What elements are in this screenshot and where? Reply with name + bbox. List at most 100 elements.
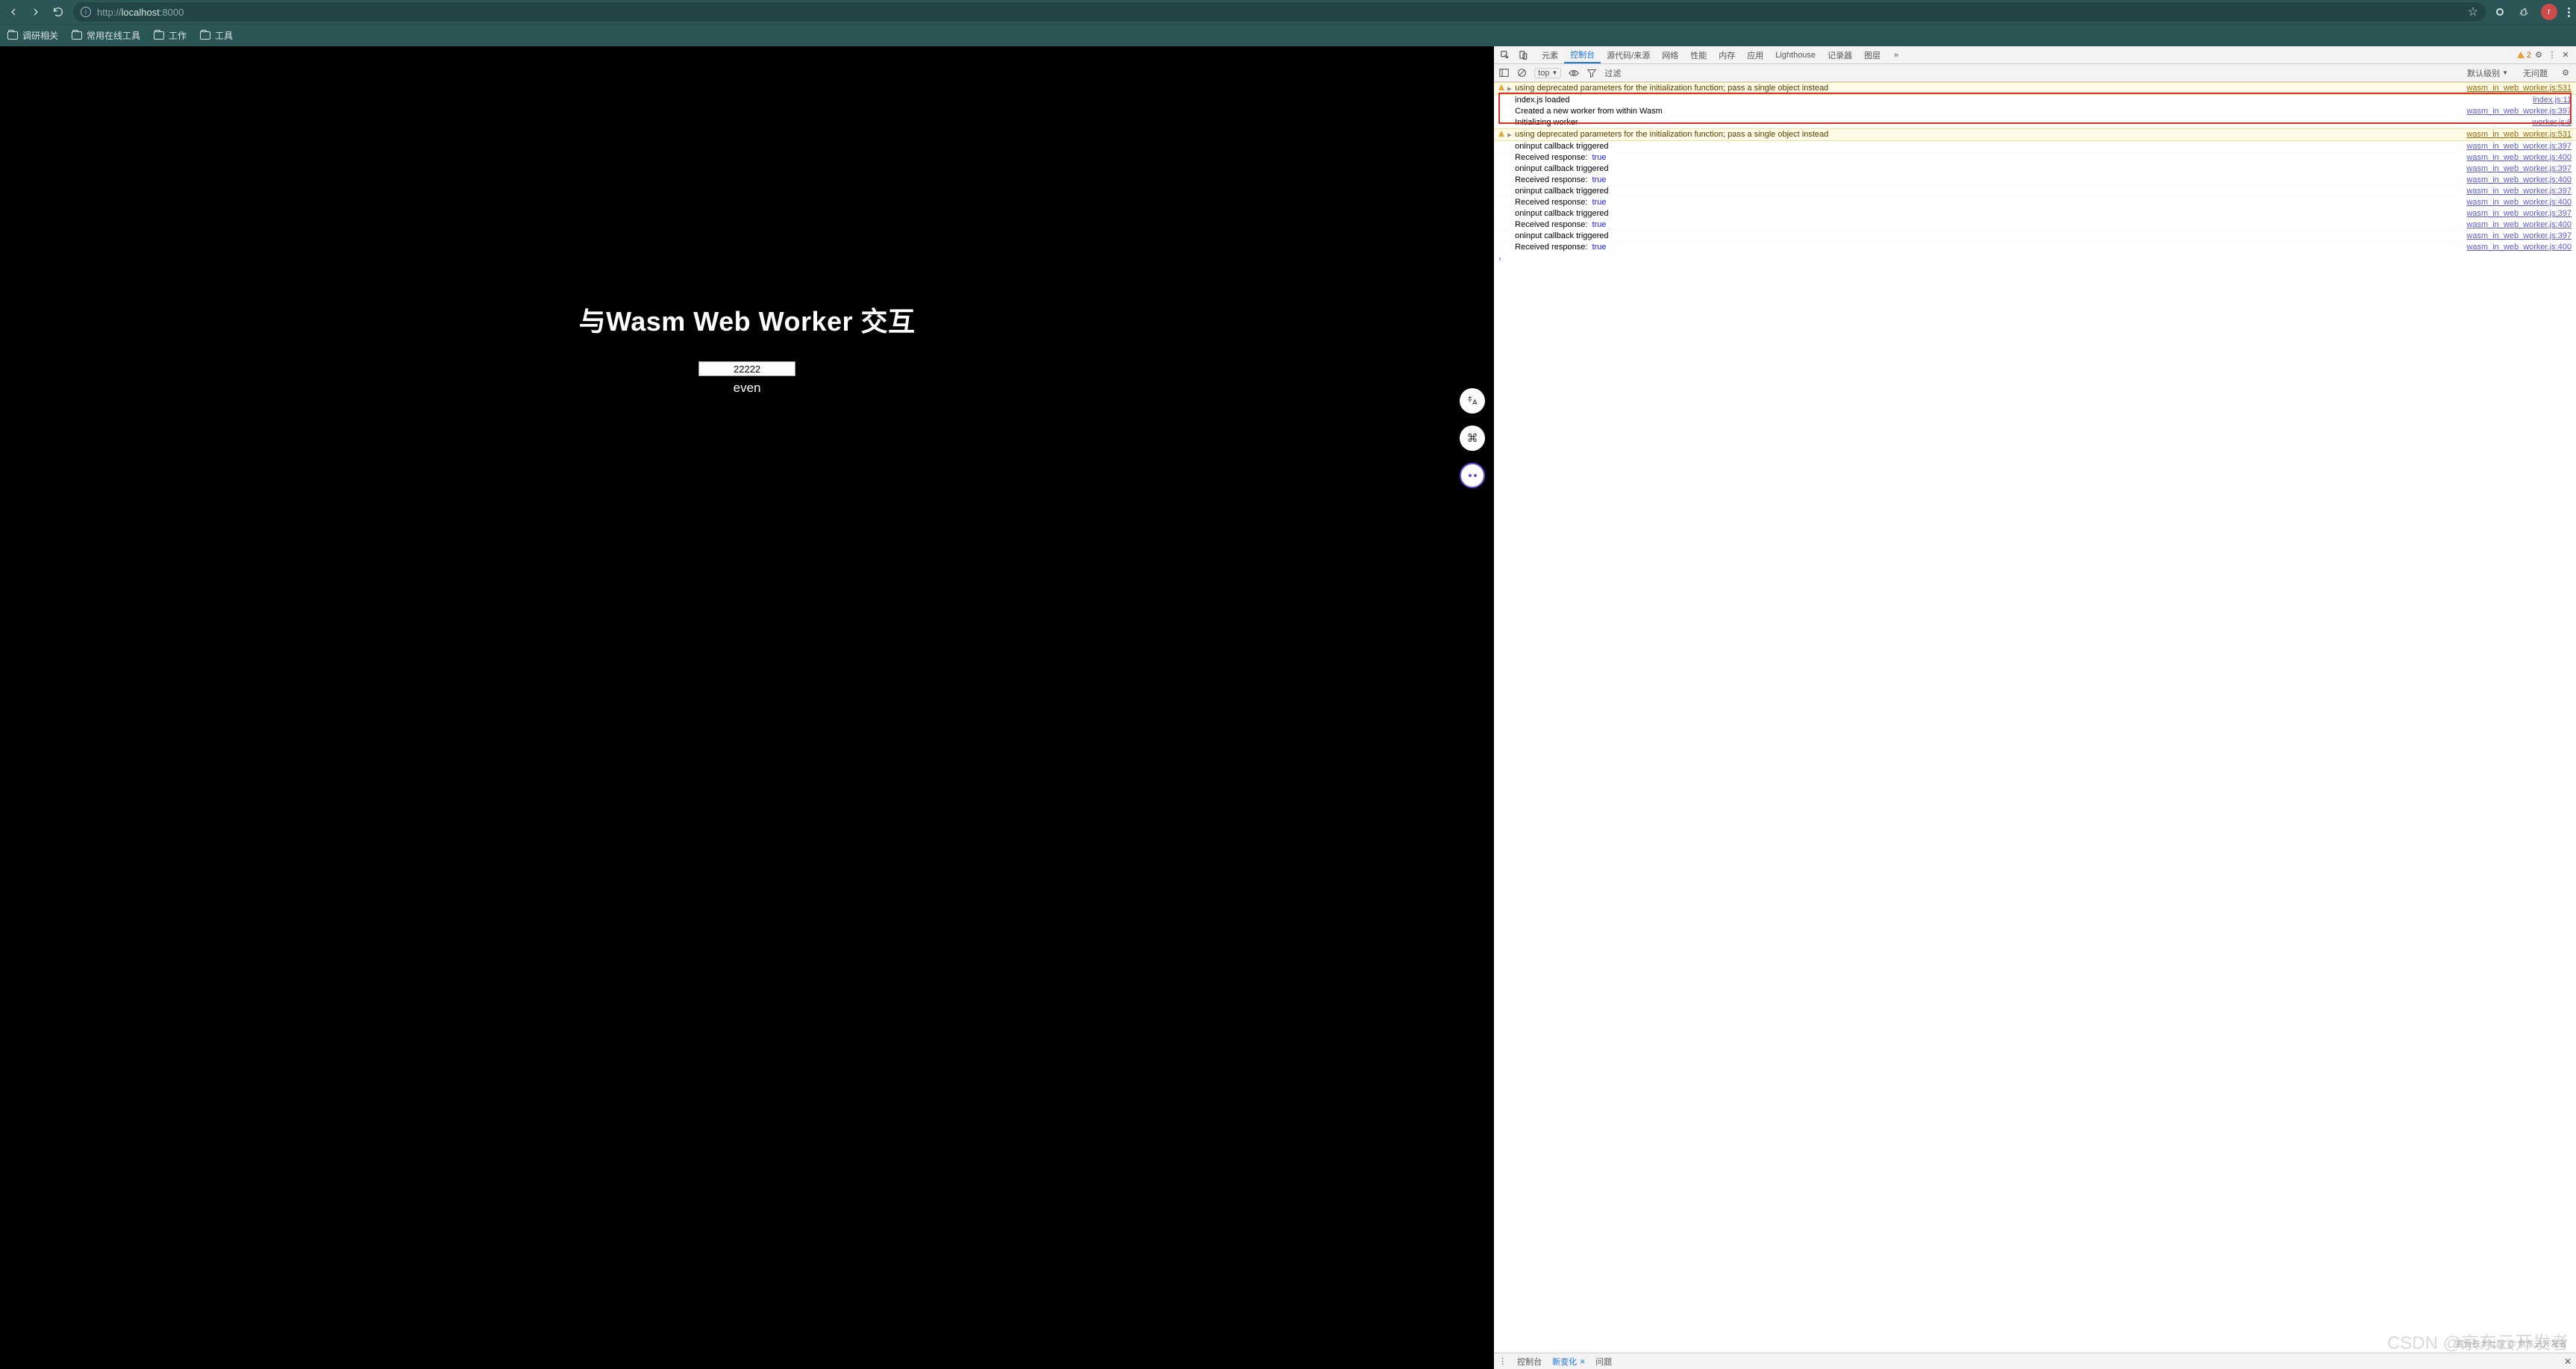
expand-caret-icon[interactable]: ▸ xyxy=(1507,130,1515,140)
console-log-row[interactable]: Received response: truewasm_in_web_worke… xyxy=(1494,219,2576,231)
log-source-link[interactable]: index.js:11 xyxy=(2527,96,2572,105)
console-log-row[interactable]: Received response: truewasm_in_web_worke… xyxy=(1494,197,2576,208)
devtools-tab[interactable]: 控制台 xyxy=(1564,46,1601,63)
log-message: oninput callback triggered xyxy=(1515,209,2460,218)
console-log-row[interactable]: Received response: truewasm_in_web_worke… xyxy=(1494,242,2576,253)
devtools-tab[interactable]: 源代码/来源 xyxy=(1601,46,1656,63)
translate-float-button[interactable] xyxy=(1460,388,1485,414)
console-log-row[interactable]: Received response: truewasm_in_web_worke… xyxy=(1494,175,2576,186)
filter-icon[interactable] xyxy=(1586,68,1597,78)
drawer-tab-console[interactable]: 控制台 xyxy=(1517,1356,1542,1368)
console-log-row[interactable]: oninput callback triggeredwasm_in_web_wo… xyxy=(1494,163,2576,175)
log-source-link[interactable]: wasm_in_web_worker.js:400 xyxy=(2460,243,2572,252)
devtools-tab[interactable]: 记录器 xyxy=(1822,46,1858,63)
warning-icon xyxy=(1498,84,1507,93)
log-source-link[interactable]: wasm_in_web_worker.js:397 xyxy=(2460,164,2572,173)
log-message: oninput callback triggered xyxy=(1515,142,2460,151)
devtools-tab[interactable]: Lighthouse xyxy=(1769,46,1822,63)
log-message: Received response: true xyxy=(1515,175,2460,184)
filter-label[interactable]: 过滤 xyxy=(1604,67,1621,79)
log-source-link[interactable]: wasm_in_web_worker.js:397 xyxy=(2460,231,2572,240)
settings-icon[interactable]: ⚙ xyxy=(2533,49,2545,61)
bookmark-item[interactable]: 工作 xyxy=(154,29,187,42)
log-message: using deprecated parameters for the init… xyxy=(1515,84,2460,93)
console-prompt[interactable]: › xyxy=(1494,253,2576,265)
bookmark-item[interactable]: 常用在线工具 xyxy=(72,29,140,42)
site-info-icon[interactable]: i xyxy=(81,7,91,17)
console-log-row[interactable]: ▸using deprecated parameters for the ini… xyxy=(1494,128,2576,141)
devtools-tab[interactable]: 网络 xyxy=(1656,46,1684,63)
console-log-row[interactable]: Initializing workerworker.js:6 xyxy=(1494,117,2576,128)
devtools-panel: 元素控制台源代码/来源网络性能内存应用Lighthouse记录器图层 » 2 ⚙… xyxy=(1494,46,2576,1369)
number-input[interactable] xyxy=(698,361,795,376)
page-content: 与Wasm Web Worker 交互 even ⌘ xyxy=(0,46,1494,1369)
drawer-tab-changes[interactable]: 新变化× xyxy=(1552,1356,1585,1368)
extensions-icon[interactable] xyxy=(2517,5,2530,19)
log-source-link[interactable]: wasm_in_web_worker.js:397 xyxy=(2460,209,2572,218)
bookmark-item[interactable]: 工具 xyxy=(200,29,233,42)
log-source-link[interactable]: wasm_in_web_worker.js:531 xyxy=(2460,84,2572,93)
sidebar-toggle-icon[interactable] xyxy=(1498,68,1509,78)
context-selector[interactable]: top▼ xyxy=(1534,68,1561,78)
device-icon[interactable] xyxy=(1516,49,1530,62)
page-heading: 与Wasm Web Worker 交互 xyxy=(579,300,916,339)
log-source-link[interactable]: worker.js:6 xyxy=(2526,118,2572,127)
address-bar[interactable]: i http://localhost:8000 ☆ xyxy=(73,2,2486,22)
log-source-link[interactable]: wasm_in_web_worker.js:400 xyxy=(2460,220,2572,229)
profile-avatar[interactable]: r xyxy=(2541,4,2557,20)
console-output[interactable]: ▸using deprecated parameters for the ini… xyxy=(1494,82,2576,1353)
log-message: Received response: true xyxy=(1515,153,2460,162)
bookmark-label: 工作 xyxy=(169,29,187,42)
console-log-row[interactable]: ▸using deprecated parameters for the ini… xyxy=(1494,82,2576,95)
console-log-row[interactable]: Received response: truewasm_in_web_worke… xyxy=(1494,152,2576,163)
log-source-link[interactable]: wasm_in_web_worker.js:397 xyxy=(2460,107,2572,116)
log-level-selector[interactable]: 默认级别▼ xyxy=(2467,67,2508,79)
drawer-tab-issues[interactable]: 问题 xyxy=(1595,1356,1612,1368)
result-text: even xyxy=(734,381,761,396)
devtools-tab[interactable]: 内存 xyxy=(1713,46,1741,63)
devtools-tab[interactable]: 性能 xyxy=(1684,46,1713,63)
console-log-row[interactable]: oninput callback triggeredwasm_in_web_wo… xyxy=(1494,141,2576,152)
clear-console-icon[interactable] xyxy=(1516,68,1527,78)
star-icon[interactable]: ☆ xyxy=(2468,4,2478,19)
log-message: Created a new worker from within Wasm xyxy=(1515,107,2460,116)
back-button[interactable] xyxy=(6,4,21,19)
live-expression-icon[interactable] xyxy=(1569,68,1579,78)
more-tabs-icon[interactable]: » xyxy=(1888,46,1904,63)
log-message: Received response: true xyxy=(1515,198,2460,207)
console-log-row[interactable]: Created a new worker from within Wasmwas… xyxy=(1494,106,2576,117)
log-message: Initializing worker xyxy=(1515,118,2526,127)
assistant-float-button[interactable] xyxy=(1460,463,1485,488)
console-filter-bar: top▼ 过滤 默认级别▼ 无问题 ⚙ xyxy=(1494,64,2576,82)
grid-float-button[interactable]: ⌘ xyxy=(1460,425,1485,451)
log-source-link[interactable]: wasm_in_web_worker.js:400 xyxy=(2460,153,2572,162)
log-message: using deprecated parameters for the init… xyxy=(1515,130,2460,139)
forward-button[interactable] xyxy=(28,4,43,19)
drawer-menu-icon[interactable]: ⋮ xyxy=(1498,1356,1507,1366)
close-devtools-icon[interactable]: ✕ xyxy=(2560,49,2572,61)
devtools-tab[interactable]: 元素 xyxy=(1536,46,1564,63)
devtools-tab[interactable]: 应用 xyxy=(1741,46,1769,63)
devtools-menu-icon[interactable]: ⋮ xyxy=(2546,49,2558,61)
issues-label[interactable]: 无问题 xyxy=(2523,67,2548,79)
console-settings-icon[interactable]: ⚙ xyxy=(2560,67,2572,79)
console-log-row[interactable]: oninput callback triggeredwasm_in_web_wo… xyxy=(1494,186,2576,197)
console-log-row[interactable]: oninput callback triggeredwasm_in_web_wo… xyxy=(1494,231,2576,242)
bookmark-label: 常用在线工具 xyxy=(87,29,140,42)
bookmark-item[interactable]: 调研相关 xyxy=(7,29,58,42)
record-icon[interactable] xyxy=(2493,5,2507,19)
warning-badge[interactable]: 2 xyxy=(2517,51,2531,60)
log-source-link[interactable]: wasm_in_web_worker.js:397 xyxy=(2460,142,2572,151)
log-source-link[interactable]: wasm_in_web_worker.js:397 xyxy=(2460,187,2572,196)
console-log-row[interactable]: index.js loadedindex.js:11 xyxy=(1494,95,2576,106)
inspect-icon[interactable] xyxy=(1498,49,1512,62)
log-source-link[interactable]: wasm_in_web_worker.js:400 xyxy=(2460,175,2572,184)
log-source-link[interactable]: wasm_in_web_worker.js:400 xyxy=(2460,198,2572,207)
drawer-close-icon[interactable]: ✕ xyxy=(2564,1356,2572,1367)
log-source-link[interactable]: wasm_in_web_worker.js:531 xyxy=(2460,130,2572,139)
console-log-row[interactable]: oninput callback triggeredwasm_in_web_wo… xyxy=(1494,208,2576,219)
browser-menu-icon[interactable] xyxy=(2568,7,2570,17)
devtools-tab[interactable]: 图层 xyxy=(1858,46,1886,63)
reload-button[interactable] xyxy=(51,4,66,19)
expand-caret-icon[interactable]: ▸ xyxy=(1507,84,1515,93)
